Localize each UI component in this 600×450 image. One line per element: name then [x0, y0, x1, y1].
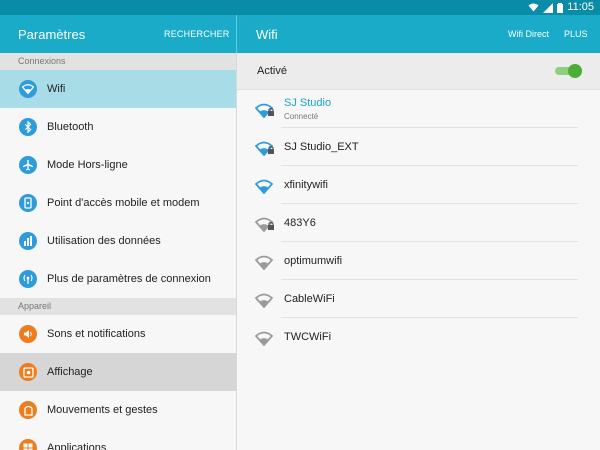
wifi-toggle-switch[interactable]: [555, 64, 582, 78]
sidebar-item-display[interactable]: Affichage: [0, 353, 236, 391]
network-name: SJ Studio_EXT: [284, 141, 359, 153]
wifi-network-item[interactable]: optimumwifi: [237, 242, 600, 280]
wifi-toggle-row[interactable]: Activé: [237, 53, 600, 90]
status-time: 11:05: [567, 1, 594, 13]
wifi-lock-icon: [254, 102, 277, 119]
network-name: xfinitywifi: [284, 179, 329, 191]
motion-icon: [19, 401, 37, 419]
wifi-signal-icon: [254, 292, 277, 309]
sidebar-item-airplane-mode[interactable]: Mode Hors-ligne: [0, 146, 236, 184]
battery-icon: [557, 2, 564, 13]
search-button[interactable]: RECHERCHER: [164, 29, 230, 39]
network-name: CableWiFi: [284, 293, 335, 305]
airplane-icon: [19, 156, 37, 174]
wifi-signal-icon: [254, 254, 277, 271]
wifi-network-item[interactable]: TWCWiFi: [237, 318, 600, 356]
wifi-panel: Activé SJ Studio Connecté SJ Studio_EXTxfi…: [237, 53, 600, 450]
sidebar-item-label: Sons et notifications: [47, 328, 146, 340]
sidebar-item-wifi[interactable]: Wifi: [0, 70, 236, 108]
wifi-icon: [19, 80, 37, 98]
network-name: TWCWiFi: [284, 331, 332, 343]
header-divider: [236, 15, 237, 53]
network-name: optimumwifi: [284, 255, 343, 267]
status-bar: 11:05: [0, 0, 600, 15]
wifi-signal-icon: [254, 330, 277, 347]
section-header-appareil: Appareil: [0, 298, 236, 315]
network-status: Connecté: [284, 112, 319, 121]
sidebar-item-applications[interactable]: Applications: [0, 429, 236, 450]
sidebar-item-motions[interactable]: Mouvements et gestes: [0, 391, 236, 429]
network-name: 483Y6: [284, 217, 316, 229]
section-header-connexions: Connexions: [0, 53, 236, 70]
sidebar-item-sounds[interactable]: Sons et notifications: [0, 315, 236, 353]
wifi-lock-icon: [254, 216, 277, 233]
sidebar-item-label: Applications: [47, 442, 107, 450]
sidebar-item-label: Plus de paramètres de connexion: [47, 273, 211, 285]
data-usage-icon: [19, 232, 37, 250]
sound-icon: [19, 325, 37, 343]
sidebar-item-data-usage[interactable]: Utilisation des données: [0, 222, 236, 260]
settings-title: Paramètres: [18, 27, 86, 42]
network-name: SJ Studio: [284, 97, 332, 109]
sidebar-item-label: Utilisation des données: [47, 235, 161, 247]
sidebar-item-more-connections[interactable]: Plus de paramètres de connexion: [0, 260, 236, 298]
network-list: SJ Studio Connecté SJ Studio_EXT xfinitywif…: [237, 90, 600, 356]
sidebar-item-label: Mouvements et gestes: [47, 404, 158, 416]
sidebar-item-label: Wifi: [47, 83, 66, 95]
sidebar-item-label: Point d'accès mobile et modem: [47, 197, 200, 209]
page-title: Wifi: [256, 27, 278, 42]
wifi-icon: [528, 3, 539, 12]
wifi-lock-icon: [254, 140, 277, 157]
sidebar-item-label: Affichage: [47, 366, 93, 378]
apps-icon: [19, 439, 37, 450]
bluetooth-icon: [19, 118, 37, 136]
sidebar-item-label: Bluetooth: [47, 121, 94, 133]
sidebar-item-bluetooth[interactable]: Bluetooth: [0, 108, 236, 146]
settings-sidebar: Connexions Wifi Bluetooth Mode Hors-lign…: [0, 53, 237, 450]
wifi-network-item[interactable]: SJ Studio_EXT: [237, 128, 600, 166]
wifi-signal-icon: [254, 178, 277, 195]
display-icon: [19, 363, 37, 381]
wifi-direct-button[interactable]: Wifi Direct: [508, 29, 549, 39]
sidebar-item-hotspot[interactable]: Point d'accès mobile et modem: [0, 184, 236, 222]
hotspot-icon: [19, 194, 37, 212]
toggle-knob: [568, 64, 582, 78]
wifi-network-item[interactable]: 483Y6: [237, 204, 600, 242]
app-bar: Paramètres RECHERCHER Wifi Wifi Direct P…: [0, 15, 600, 53]
wifi-network-item[interactable]: CableWiFi: [237, 280, 600, 318]
connection-settings-icon: [19, 270, 37, 288]
signal-icon: [543, 2, 554, 13]
wifi-toggle-label: Activé: [257, 65, 287, 77]
sidebar-item-label: Mode Hors-ligne: [47, 159, 128, 171]
wifi-network-item[interactable]: SJ Studio Connecté: [237, 90, 600, 128]
wifi-network-item[interactable]: xfinitywifi: [237, 166, 600, 204]
more-button[interactable]: PLUS: [564, 29, 588, 39]
